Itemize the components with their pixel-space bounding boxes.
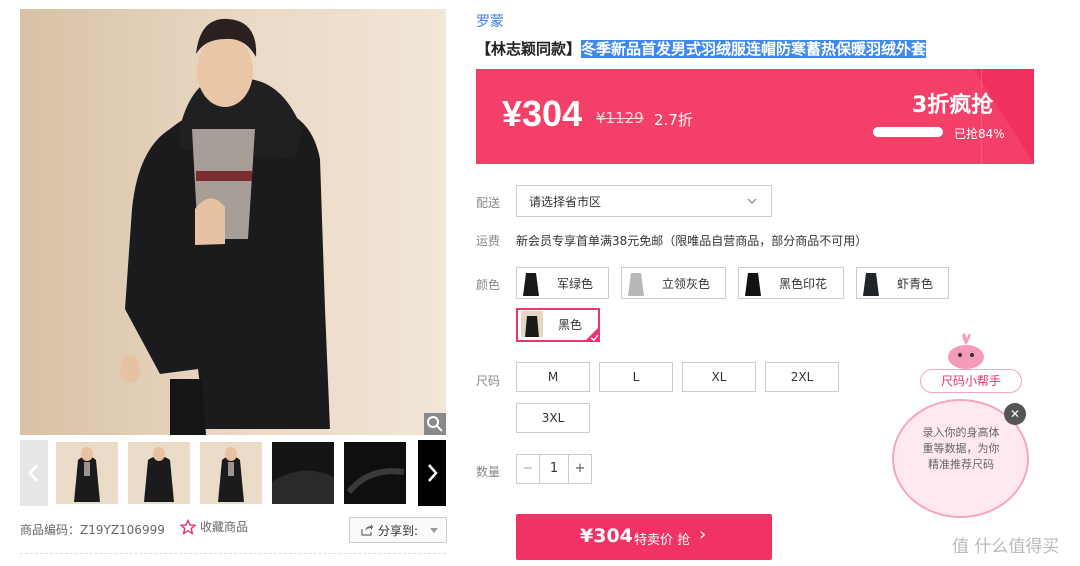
buy-button[interactable]: ¥304 特卖价 抢 › — [516, 514, 772, 560]
thumbnail-next-button[interactable] — [418, 440, 446, 506]
quantity-plus-button[interactable]: + — [568, 455, 591, 483]
chevron-left-icon — [28, 464, 38, 482]
progress-bar — [873, 127, 943, 137]
quantity-label: 数量 — [476, 465, 501, 479]
color-option-label: 军绿色 — [557, 277, 594, 291]
color-option-label: 虾青色 — [897, 277, 934, 291]
magnifier-icon — [427, 416, 443, 432]
size-option-2xl[interactable]: 2XL — [765, 362, 839, 392]
watermark: 值 什么值得买 — [952, 537, 1060, 557]
thumbnail-1[interactable] — [56, 442, 118, 504]
region-select-value: 请选择省市区 — [529, 195, 602, 209]
buy-suffix: 特卖价 抢 — [634, 533, 691, 548]
zoom-button[interactable] — [424, 413, 446, 435]
buy-price: ¥304 — [580, 525, 633, 547]
thumbnail-strip — [20, 440, 446, 506]
quantity-minus-button[interactable]: − — [517, 455, 540, 483]
color-option-army-green[interactable]: 军绿色 — [516, 267, 609, 299]
color-option-black-selected[interactable]: 黑色 — [516, 308, 600, 342]
color-option-label: 黑色印花 — [779, 277, 828, 291]
size-option-m[interactable]: M — [516, 362, 590, 392]
title-highlighted: 冬季新品首发男式羽绒服连帽防寒蓄热保暖羽绒外套 — [581, 40, 927, 58]
thumbnail-4[interactable] — [272, 442, 334, 504]
thumbnail-3[interactable] — [200, 442, 262, 504]
quantity-stepper: − 1 + — [516, 454, 592, 484]
color-option-shrimp-green[interactable]: 虾青色 — [856, 267, 949, 299]
close-icon[interactable]: ✕ — [1004, 403, 1026, 425]
shipping-label: 运费 — [476, 234, 501, 248]
product-title: 【林志颖同款】冬季新品首发男式羽绒服连帽防寒蓄热保暖羽绒外套 — [476, 38, 927, 59]
mascot-icon — [948, 333, 984, 369]
price-banner: ¥304 ¥1129 2.7折 3折疯抢 已抢84% — [476, 69, 1034, 164]
size-label: 尺码 — [476, 374, 501, 388]
quantity-input[interactable]: 1 — [540, 455, 568, 483]
coat-swatch — [863, 273, 879, 296]
selected-check-icon — [584, 326, 600, 342]
coat-swatch — [521, 311, 543, 337]
divider — [20, 553, 446, 554]
thumbnail-prev-button[interactable] — [20, 440, 48, 506]
brand-link[interactable]: 罗蒙 — [476, 11, 504, 31]
chevron-down-icon — [747, 198, 757, 204]
favorite-label: 收藏商品 — [200, 520, 249, 534]
delivery-label: 配送 — [476, 196, 501, 210]
share-button[interactable]: 分享到: — [349, 517, 447, 543]
chevron-down-icon — [430, 528, 438, 533]
size-option-3xl[interactable]: 3XL — [516, 403, 590, 433]
size-helper-title[interactable]: 尺码小帮手 — [920, 369, 1022, 393]
star-outline-icon — [180, 518, 196, 535]
color-option-label: 黑色 — [558, 318, 583, 332]
chevron-right-icon — [428, 464, 438, 482]
coat-swatch — [745, 273, 761, 296]
color-option-label: 立领灰色 — [662, 277, 711, 291]
product-main-image[interactable] — [20, 9, 446, 435]
title-prefix: 【林志颖同款】 — [476, 40, 582, 58]
size-option-l[interactable]: L — [599, 362, 673, 392]
chevron-right-icon: › — [699, 524, 707, 545]
region-select[interactable]: 请选择省市区 — [516, 185, 772, 217]
color-label: 颜色 — [476, 278, 501, 292]
discount-label: 2.7折 — [654, 111, 693, 129]
share-icon — [361, 524, 373, 536]
size-option-xl[interactable]: XL — [682, 362, 756, 392]
progress-text: 已抢84% — [954, 127, 1005, 141]
coat-swatch — [628, 273, 644, 296]
favorite-button[interactable]: 收藏商品 — [180, 518, 248, 535]
promo-title: 3折疯抢 — [912, 93, 994, 118]
coat-swatch — [523, 273, 539, 296]
model-photo — [120, 18, 330, 435]
product-code: 商品编码：Z19YZ106999 — [20, 523, 165, 537]
color-option-collar-gray[interactable]: 立领灰色 — [621, 267, 726, 299]
color-option-black-print[interactable]: 黑色印花 — [738, 267, 844, 299]
thumbnail-2[interactable] — [128, 442, 190, 504]
thumbnail-5[interactable] — [344, 442, 406, 504]
size-helper-widget[interactable]: 尺码小帮手 录入你的身高体重等数据，为你精准推荐尺码 ✕ — [892, 333, 1029, 518]
size-helper-text: 录入你的身高体重等数据，为你精准推荐尺码 — [922, 426, 1000, 471]
sale-price: ¥304 — [502, 93, 583, 134]
share-label: 分享到: — [378, 524, 419, 538]
original-price: ¥1129 — [596, 109, 644, 127]
shipping-text: 新会员专享首单满38元免邮（限唯品自营商品，部分商品不可用） — [516, 234, 868, 248]
